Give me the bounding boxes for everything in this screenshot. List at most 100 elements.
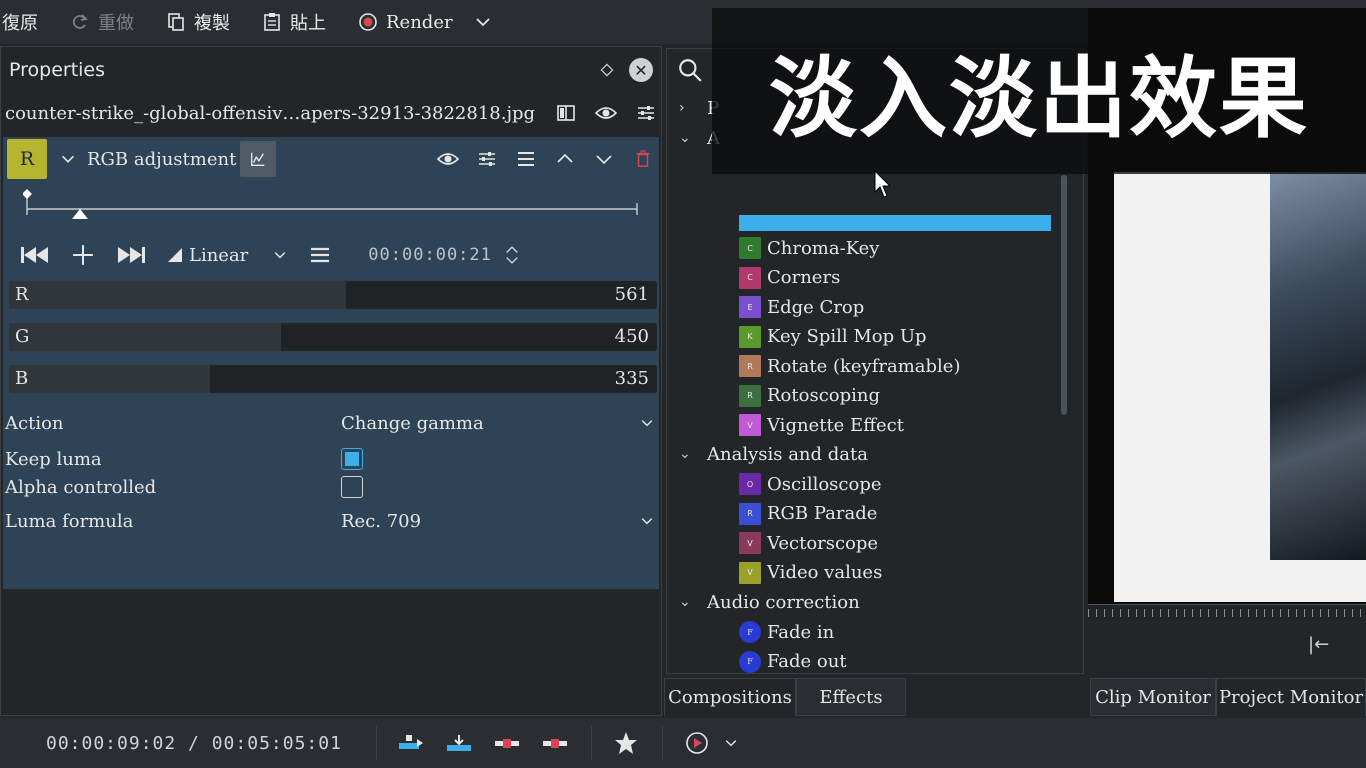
compare-split-icon[interactable] bbox=[555, 102, 577, 124]
collapse-chevron-icon[interactable] bbox=[59, 149, 79, 169]
keyframe-timecode[interactable]: 00:00:00:21 bbox=[368, 245, 492, 265]
alpha-item[interactable]: C Corners bbox=[739, 265, 840, 291]
delete-trash-icon[interactable] bbox=[631, 147, 655, 171]
alpha-controlled-checkbox[interactable] bbox=[341, 476, 363, 498]
next-keyframe-icon[interactable] bbox=[113, 240, 149, 270]
action-row: Action Change gamma bbox=[5, 409, 655, 437]
copy-icon bbox=[168, 13, 184, 31]
effect-menu-icon[interactable] bbox=[514, 147, 538, 171]
move-up-icon[interactable] bbox=[553, 147, 577, 171]
chevron-down-icon[interactable] bbox=[473, 12, 493, 32]
extract-zone-icon[interactable] bbox=[493, 731, 521, 755]
tab-effects[interactable]: Effects bbox=[796, 678, 906, 716]
alpha-item[interactable]: C Chroma-Key bbox=[739, 235, 879, 261]
analysis-item[interactable]: R RGB Parade bbox=[739, 501, 877, 527]
slider-r-value[interactable]: 561 bbox=[615, 284, 649, 305]
paste-button[interactable]: 貼上 bbox=[246, 0, 342, 44]
effect-settings-icon[interactable] bbox=[475, 147, 499, 171]
keyframe-graph-button[interactable] bbox=[240, 141, 277, 177]
alpha-controlled-label: Alpha controlled bbox=[5, 476, 157, 498]
action-select[interactable]: Change gamma bbox=[341, 413, 639, 434]
effect-type-icon: E bbox=[739, 296, 761, 318]
audio-item-label: Fade in bbox=[767, 621, 835, 643]
settings-sliders-icon[interactable] bbox=[635, 102, 657, 124]
clip-name: counter-strike_-global-offensiv…apers-32… bbox=[5, 102, 537, 124]
alpha-item[interactable]: V Vignette Effect bbox=[739, 412, 904, 438]
effect-type-icon: O bbox=[739, 473, 761, 495]
luma-formula-row: Luma formula Rec. 709 bbox=[5, 507, 655, 535]
keep-luma-checkbox[interactable] bbox=[341, 448, 363, 470]
chevron-down-icon[interactable] bbox=[717, 731, 745, 755]
zone-in-icon[interactable]: |← bbox=[1308, 634, 1366, 660]
slider-g[interactable]: G 450 bbox=[9, 323, 657, 351]
slider-r[interactable]: R 561 bbox=[9, 281, 657, 309]
search-icon[interactable] bbox=[677, 57, 703, 83]
effect-type-icon: C bbox=[739, 237, 761, 259]
tab-clip-monitor[interactable]: Clip Monitor bbox=[1090, 678, 1216, 716]
redo-button[interactable]: 重做 bbox=[54, 0, 150, 44]
alpha-item-label: Edge Crop bbox=[767, 296, 865, 318]
chevron-down-icon bbox=[274, 252, 286, 259]
alpha-item-label: Rotoscoping bbox=[767, 385, 881, 406]
interpolation-value: Linear bbox=[189, 244, 249, 266]
timecode-spinner-icon[interactable] bbox=[494, 240, 530, 270]
linear-ramp-icon bbox=[168, 248, 182, 262]
alpha-item-label: Key Spill Mop Up bbox=[767, 326, 927, 347]
slider-g-value[interactable]: 450 bbox=[615, 326, 649, 347]
tree-category-audio[interactable]: ⌄ Audio correction bbox=[679, 589, 860, 615]
tree-category-analysis[interactable]: ⌄ Analysis and data bbox=[679, 441, 868, 467]
audio-item[interactable]: F Fade out bbox=[739, 649, 847, 674]
record-audio-icon[interactable] bbox=[683, 731, 711, 755]
slider-r-fill bbox=[9, 281, 346, 309]
alpha-item[interactable]: R Rotoscoping bbox=[739, 383, 880, 409]
effect-type-icon: R bbox=[739, 384, 761, 407]
move-down-icon[interactable] bbox=[592, 147, 616, 171]
alpha-item-label: Rotate (keyframable) bbox=[767, 355, 961, 377]
slider-r-label: R bbox=[15, 284, 29, 305]
monitor-ruler[interactable] bbox=[1088, 604, 1366, 626]
analysis-item[interactable]: O Oscilloscope bbox=[739, 471, 882, 497]
tab-compositions[interactable]: Compositions bbox=[664, 678, 796, 716]
alpha-item[interactable]: R Rotate (keyframable) bbox=[739, 353, 960, 379]
analysis-item[interactable]: V Video values bbox=[739, 560, 882, 586]
video-title-overlay: 淡入淡出效果 bbox=[712, 8, 1366, 174]
clip-effects-row: counter-strike_-global-offensiv…apers-32… bbox=[1, 93, 661, 133]
slider-b-value[interactable]: 335 bbox=[615, 368, 649, 389]
overwrite-clip-icon[interactable] bbox=[445, 731, 473, 755]
undo-button[interactable]: 復原 bbox=[0, 0, 54, 44]
copy-button[interactable]: 複製 bbox=[150, 0, 246, 44]
slider-b[interactable]: B 335 bbox=[9, 365, 657, 393]
add-keyframe-icon[interactable] bbox=[65, 240, 101, 270]
effect-eye-icon[interactable] bbox=[436, 147, 460, 171]
selected-effect-row[interactable] bbox=[739, 215, 1051, 231]
float-diamond-icon[interactable] bbox=[595, 58, 619, 82]
properties-header: Properties ✕ bbox=[1, 47, 661, 93]
alpha-item[interactable]: E Edge Crop bbox=[739, 294, 864, 320]
tab-project-monitor[interactable]: Project Monitor bbox=[1216, 678, 1366, 716]
insert-clip-icon[interactable] bbox=[397, 731, 425, 755]
lift-zone-icon[interactable] bbox=[541, 731, 569, 755]
undo-label: 復原 bbox=[2, 13, 38, 34]
alpha-item[interactable]: K Key Spill Mop Up bbox=[739, 324, 927, 350]
chevron-down-icon[interactable] bbox=[639, 415, 655, 431]
slider-b-label: B bbox=[15, 368, 29, 389]
slider-g-fill bbox=[9, 323, 282, 351]
chevron-down-icon[interactable] bbox=[639, 513, 655, 529]
favorite-star-icon[interactable] bbox=[612, 731, 640, 755]
alpha-item-label: Vignette Effect bbox=[767, 414, 904, 436]
redo-icon bbox=[72, 14, 88, 29]
render-button[interactable]: Render bbox=[342, 0, 509, 44]
previous-keyframe-icon[interactable] bbox=[17, 240, 53, 270]
luma-formula-select[interactable]: Rec. 709 bbox=[341, 511, 639, 532]
action-label: Action bbox=[5, 412, 64, 434]
eye-icon[interactable] bbox=[595, 102, 617, 124]
interpolation-select[interactable]: Linear bbox=[167, 245, 288, 266]
audio-item[interactable]: F Fade in bbox=[739, 619, 834, 645]
close-panel-button[interactable]: ✕ bbox=[629, 58, 653, 82]
effects-scrollbar[interactable] bbox=[1061, 175, 1067, 415]
keyframe-menu-icon[interactable] bbox=[302, 240, 338, 270]
timeline-timecode[interactable]: 00:00:09:02 / 00:05:05:01 bbox=[46, 733, 342, 754]
copy-label: 複製 bbox=[194, 13, 230, 34]
keyframe-timeline[interactable] bbox=[23, 189, 643, 229]
analysis-item[interactable]: V Vectorscope bbox=[739, 530, 878, 556]
